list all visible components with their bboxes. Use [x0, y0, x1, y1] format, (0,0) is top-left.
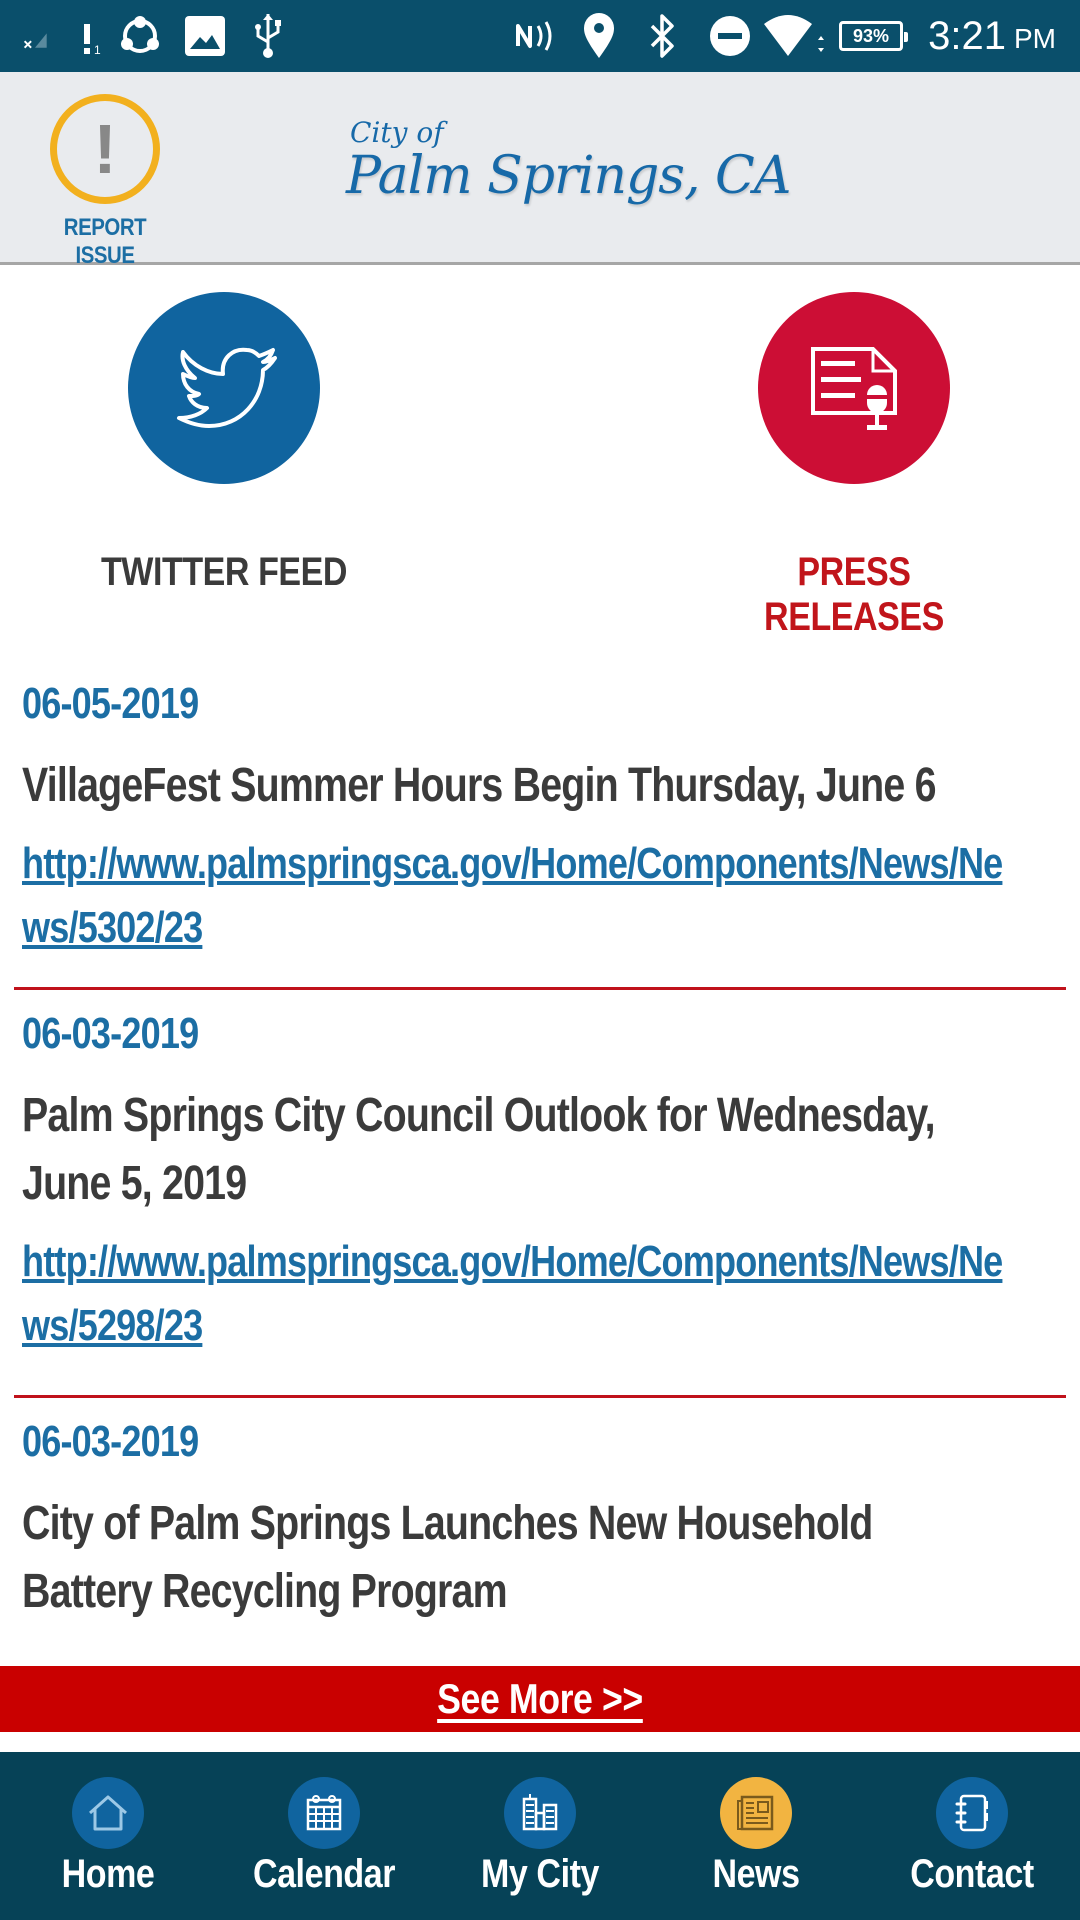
city-logo: City of Palm Springs, CA — [340, 116, 791, 236]
see-more-label: See More >> — [437, 1675, 643, 1722]
nav-my-city-label: My City — [481, 1852, 599, 1896]
nav-my-city[interactable]: My City — [432, 1752, 648, 1920]
bluetooth-icon — [648, 0, 678, 72]
battery-icon: 93% — [836, 0, 908, 72]
twitter-feed-label: TWITTER FEED — [100, 550, 348, 594]
status-bar: 1 93% 3:21 PM — [0, 0, 1080, 72]
alert-signal-icon: 1 — [80, 0, 106, 72]
nav-contact[interactable]: Contact — [864, 1752, 1080, 1920]
city-buildings-icon — [504, 1777, 576, 1849]
news-list: 06-05-2019 VillageFest Summer Hours Begi… — [0, 660, 1080, 1668]
no-signal-icon — [22, 0, 48, 72]
nav-news-label: News — [712, 1852, 800, 1896]
usb-icon — [252, 0, 284, 72]
calendar-icon — [288, 1777, 360, 1849]
alert-icon: ! — [50, 94, 160, 204]
bottom-nav: Home Calendar My City News Contact — [0, 1752, 1080, 1920]
news-date: 06-03-2019 — [22, 1009, 199, 1058]
news-title: VillageFest Summer Hours Begin Thursday,… — [22, 759, 936, 812]
twitter-feed-button[interactable]: TWITTER FEED — [74, 292, 374, 612]
sync-icon — [118, 0, 162, 72]
nav-contact-label: Contact — [910, 1852, 1034, 1896]
nav-news[interactable]: News — [648, 1752, 864, 1920]
press-releases-label: PRESS RELEASES — [764, 550, 944, 639]
clock: 3:21 PM — [928, 0, 1056, 72]
twitter-feed-circle — [128, 292, 320, 484]
twitter-bird-icon — [169, 336, 279, 441]
press-releases-button[interactable]: PRESS RELEASES — [704, 292, 1004, 639]
news-link[interactable]: http://www.palmspringsca.gov/Home/Compon… — [22, 832, 1006, 976]
news-date: 06-03-2019 — [22, 1417, 199, 1466]
image-icon — [184, 0, 226, 72]
wifi-icon — [762, 0, 824, 72]
clock-ampm: PM — [1014, 23, 1056, 54]
report-issue-button[interactable]: ! REPORT ISSUE — [20, 90, 190, 269]
app-header: ! REPORT ISSUE City of Palm Springs, CA — [0, 72, 1080, 269]
nav-home-label: Home — [61, 1852, 155, 1896]
home-icon — [72, 1777, 144, 1849]
nfc-icon — [514, 0, 558, 72]
location-icon — [582, 0, 616, 72]
nav-calendar-label: Calendar — [252, 1852, 396, 1896]
press-release-icon — [799, 331, 909, 446]
news-title: Palm Springs City Council Outlook for We… — [22, 1089, 936, 1210]
news-item: 06-05-2019 VillageFest Summer Hours Begi… — [14, 660, 1066, 990]
report-issue-label: REPORT ISSUE — [63, 214, 147, 269]
clock-time: 3:21 — [928, 13, 1006, 58]
address-book-icon — [936, 1777, 1008, 1849]
news-title: City of Palm Springs Launches New Househ… — [22, 1497, 873, 1618]
news-link[interactable]: http://www.palmspringsca.gov/Home/Compon… — [22, 1230, 1006, 1374]
see-more-button[interactable]: See More >> — [0, 1666, 1080, 1732]
news-item: 06-03-2019 Palm Springs City Council Out… — [14, 990, 1066, 1398]
newspaper-icon — [720, 1777, 792, 1849]
do-not-disturb-icon — [708, 0, 752, 72]
svg-text:1: 1 — [94, 43, 101, 56]
press-releases-circle — [758, 292, 950, 484]
news-date: 06-05-2019 — [22, 679, 199, 728]
logo-city-of: City of — [350, 116, 444, 149]
nav-home[interactable]: Home — [0, 1752, 216, 1920]
logo-city-name: Palm Springs, CA — [346, 146, 791, 206]
nav-calendar[interactable]: Calendar — [216, 1752, 432, 1920]
news-item: 06-03-2019 City of Palm Springs Launches… — [14, 1398, 1066, 1668]
